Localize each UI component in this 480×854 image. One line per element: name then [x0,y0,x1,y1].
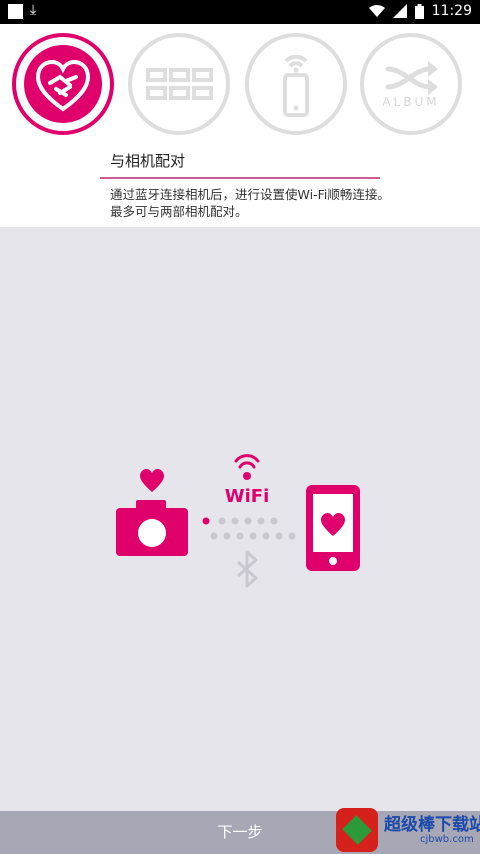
wifi-signal-icon [234,454,260,469]
watermark-title: 超级棒下载站 [384,815,480,835]
battery-icon [414,3,424,19]
handshake-heart-icon [35,59,91,112]
signal-icon [392,4,407,18]
wifi-icon [368,4,385,18]
step-indicator: ALBUM [0,29,480,139]
title-divider [100,177,380,179]
wifi-label: WiFi [225,486,270,507]
notification-square-icon [8,4,23,19]
download-icon: ⤓ [30,2,37,18]
page-title: 与相机配对 [110,152,186,170]
phone-wifi-icon [283,54,309,117]
bluetooth-icon [237,550,258,588]
album-label: ALBUM [382,95,440,109]
status-time: 11:29 [431,3,472,19]
step-header: ALBUM 与相机配对 通过蓝牙连接相机后，进行设置使Wi-Fi顺畅连接。最多可… [0,24,480,227]
watermark: 超级棒下载站 cjbwb.com [334,806,480,854]
step-album[interactable]: ALBUM [360,33,462,135]
watermark-url: cjbwb.com [420,834,474,845]
step-phone-wifi[interactable] [245,33,347,135]
phone-heart-icon [306,485,360,571]
page-description: 通过蓝牙连接相机后，进行设置使Wi-Fi顺畅连接。最多可与两部相机配对。 [110,187,390,219]
status-bar: ⤓ 11:29 [0,0,480,24]
grid-icon [146,68,213,100]
pairing-illustration: WiFi [110,440,370,610]
watermark-logo-icon [336,808,378,852]
step-pairing[interactable] [12,33,114,135]
shuffle-icon [385,61,438,95]
step-grid[interactable] [128,33,230,135]
camera-heart-icon [116,469,188,556]
